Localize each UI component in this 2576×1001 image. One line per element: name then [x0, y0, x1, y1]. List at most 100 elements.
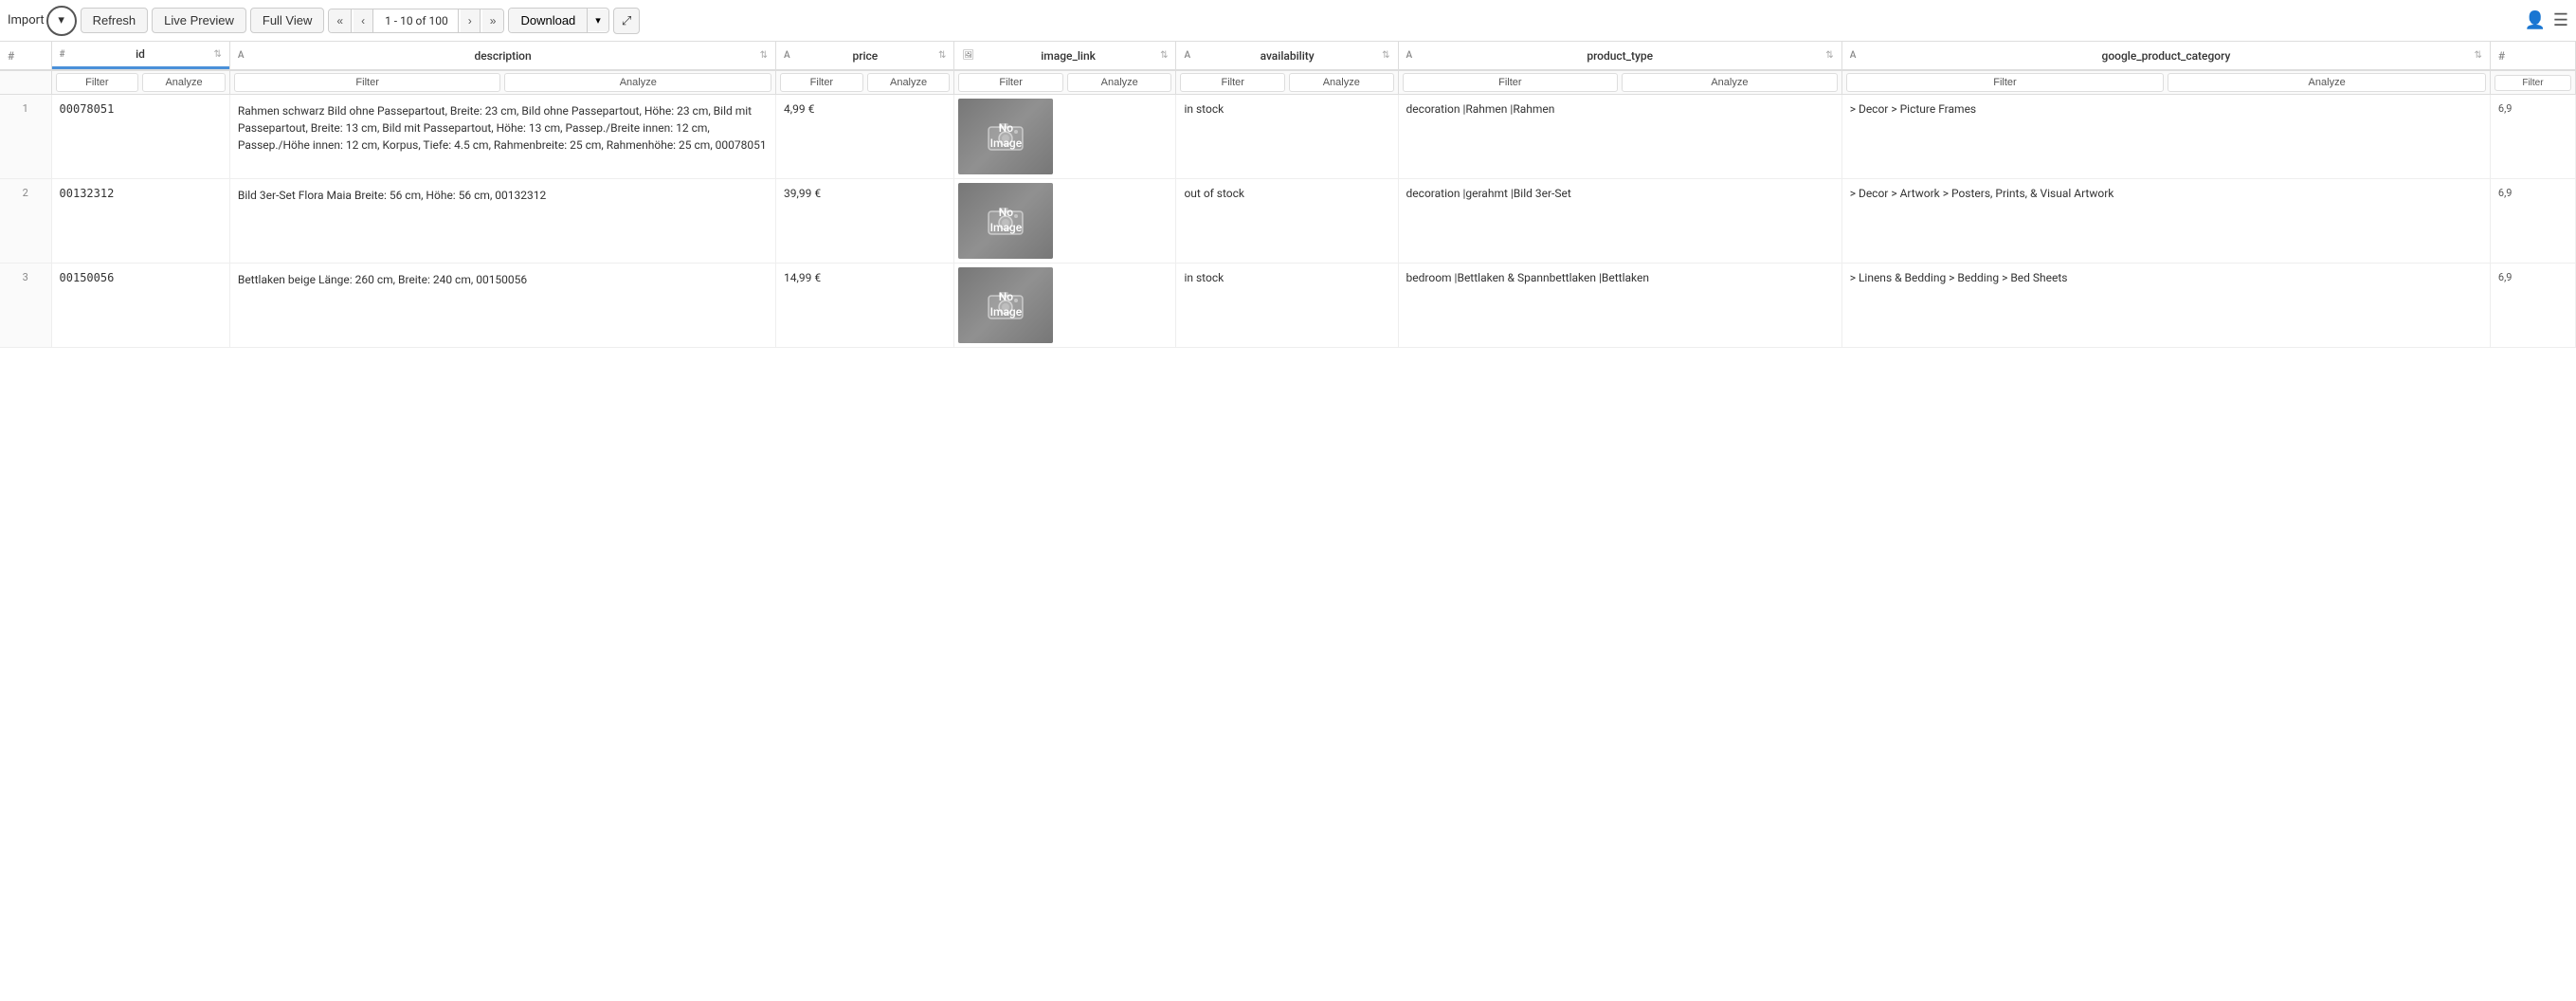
availability-cell: out of stock	[1176, 179, 1398, 264]
id-cell: 00132312	[51, 179, 229, 264]
filter-google-product-category: Filter Analyze	[1841, 70, 2490, 95]
availability-cell: in stock	[1176, 264, 1398, 348]
col-header-availability[interactable]: A availability ⇅	[1176, 42, 1398, 70]
col-type-ptype: A	[1406, 50, 1413, 61]
col-header-description[interactable]: A description ⇅	[229, 42, 775, 70]
pagination: « ‹ 1 - 10 of 100 › »	[328, 9, 504, 33]
col-sort-avail[interactable]: ⇅	[1382, 50, 1389, 61]
category-cell: > Decor > Artwork > Posters, Prints, & V…	[1841, 179, 2490, 264]
id-cell: 00150056	[51, 264, 229, 348]
filter-description: Filter Analyze	[229, 70, 775, 95]
col-sort-desc[interactable]: ⇅	[760, 50, 768, 61]
table-body: 100078051Rahmen schwarz Bild ohne Passep…	[0, 95, 2576, 348]
col-header-image-link[interactable]: 🖼 image_link ⇅	[954, 42, 1176, 70]
image-cell: NoImage	[954, 179, 1176, 264]
analyze-ptype-button[interactable]: Analyze	[1622, 73, 1838, 92]
col-label-image-link: image_link	[1041, 49, 1096, 63]
import-label[interactable]: Import	[8, 13, 45, 27]
last-col-label: #	[2498, 49, 2505, 63]
id-cell: 00078051	[51, 95, 229, 179]
filter-avail-button[interactable]: Filter	[1180, 73, 1285, 92]
price-cell: 39,99 €	[776, 179, 954, 264]
filter-last-button[interactable]: Filter	[2494, 75, 2571, 91]
analyze-price-button[interactable]: Analyze	[867, 73, 951, 92]
filter-price-button[interactable]: Filter	[780, 73, 863, 92]
col-sort-ptype[interactable]: ⇅	[1825, 50, 1833, 61]
col-type-image: 🖼	[962, 50, 974, 61]
product-type-cell: decoration |Rahmen |Rahmen	[1398, 95, 1841, 179]
filter-ptype-button[interactable]: Filter	[1403, 73, 1619, 92]
description-cell: Rahmen schwarz Bild ohne Passepartout, B…	[229, 95, 775, 179]
live-preview-button[interactable]: Live Preview	[152, 8, 246, 33]
col-label-product-type: product_type	[1587, 49, 1653, 63]
download-group: Download ▾	[508, 8, 608, 33]
menu-icon[interactable]: ☰	[2553, 10, 2568, 30]
first-page-button[interactable]: «	[329, 9, 352, 32]
col-type-id: #	[60, 49, 65, 60]
analyze-gcat-button[interactable]: Analyze	[2168, 73, 2486, 92]
col-header-product-type[interactable]: A product_type ⇅	[1398, 42, 1841, 70]
last-num-cell: 6,9	[2490, 264, 2575, 348]
image-cell: NoImage	[954, 264, 1176, 348]
expand-button[interactable]: ⤢	[613, 8, 640, 34]
last-page-button[interactable]: »	[482, 9, 504, 32]
no-image-placeholder: NoImage	[958, 183, 1053, 259]
col-type-gcat: A	[1850, 50, 1857, 61]
no-image-placeholder: NoImage	[958, 99, 1053, 174]
download-arrow-button[interactable]: ▾	[588, 9, 608, 31]
col-header-rownum: #	[0, 42, 51, 70]
description-cell: Bild 3er-Set Flora Maia Breite: 56 cm, H…	[229, 179, 775, 264]
col-label-availability: availability	[1261, 49, 1315, 63]
col-sort-gcat[interactable]: ⇅	[2475, 50, 2482, 61]
toolbar-right: 👤 ☰	[2524, 10, 2568, 30]
product-type-cell: bedroom |Bettlaken & Spannbettlaken |Bet…	[1398, 264, 1841, 348]
camera-svg	[987, 121, 1025, 152]
filter-desc-button[interactable]: Filter	[234, 73, 501, 92]
filter-product-type: Filter Analyze	[1398, 70, 1841, 95]
prev-page-button[interactable]: ‹	[354, 9, 373, 32]
col-header-price[interactable]: A price ⇅	[776, 42, 954, 70]
filter-id-button[interactable]: Filter	[56, 73, 139, 92]
analyze-id-button[interactable]: Analyze	[142, 73, 226, 92]
full-view-button[interactable]: Full View	[250, 8, 325, 33]
analyze-desc-button[interactable]: Analyze	[504, 73, 771, 92]
download-button[interactable]: Download	[509, 9, 588, 32]
col-label-description: description	[474, 49, 531, 63]
filter-image: Filter Analyze	[954, 70, 1176, 95]
import-section: Import ▾	[8, 6, 77, 36]
col-header-google-product-category[interactable]: A google_product_category ⇅	[1841, 42, 2490, 70]
camera-svg	[987, 290, 1025, 320]
import-dropdown-button[interactable]: ▾	[46, 6, 77, 36]
col-header-last: #	[2490, 42, 2575, 70]
data-table: # # id ⇅ A description ⇅	[0, 42, 2576, 348]
refresh-button[interactable]: Refresh	[81, 8, 149, 33]
col-label-price: price	[852, 49, 878, 63]
column-header-row: # # id ⇅ A description ⇅	[0, 42, 2576, 70]
filter-price: Filter Analyze	[776, 70, 954, 95]
table-row: 200132312Bild 3er-Set Flora Maia Breite:…	[0, 179, 2576, 264]
rownum-label: #	[8, 49, 14, 63]
next-page-button[interactable]: ›	[461, 9, 481, 32]
filter-gcat-button[interactable]: Filter	[1846, 73, 2165, 92]
filter-rownum	[0, 70, 51, 95]
analyze-image-button[interactable]: Analyze	[1067, 73, 1172, 92]
col-type-desc: A	[238, 50, 245, 61]
user-icon[interactable]: 👤	[2524, 10, 2545, 30]
analyze-avail-button[interactable]: Analyze	[1289, 73, 1394, 92]
row-num-cell: 1	[0, 95, 51, 179]
camera-svg	[987, 206, 1025, 236]
no-image-placeholder: NoImage	[958, 267, 1053, 343]
availability-cell: in stock	[1176, 95, 1398, 179]
col-sort-image[interactable]: ⇅	[1160, 50, 1168, 61]
col-sort-id[interactable]: ⇅	[213, 49, 221, 60]
description-cell: Bettlaken beige Länge: 260 cm, Breite: 2…	[229, 264, 775, 348]
price-cell: 14,99 €	[776, 264, 954, 348]
col-header-id[interactable]: # id ⇅	[51, 42, 229, 70]
col-label-id: id	[136, 47, 145, 61]
filter-image-button[interactable]: Filter	[958, 73, 1063, 92]
filter-last: Filter	[2490, 70, 2575, 95]
page-info: 1 - 10 of 100	[375, 9, 459, 32]
col-sort-price[interactable]: ⇅	[938, 50, 946, 61]
table-row: 100078051Rahmen schwarz Bild ohne Passep…	[0, 95, 2576, 179]
filter-id: Filter Analyze	[51, 70, 229, 95]
